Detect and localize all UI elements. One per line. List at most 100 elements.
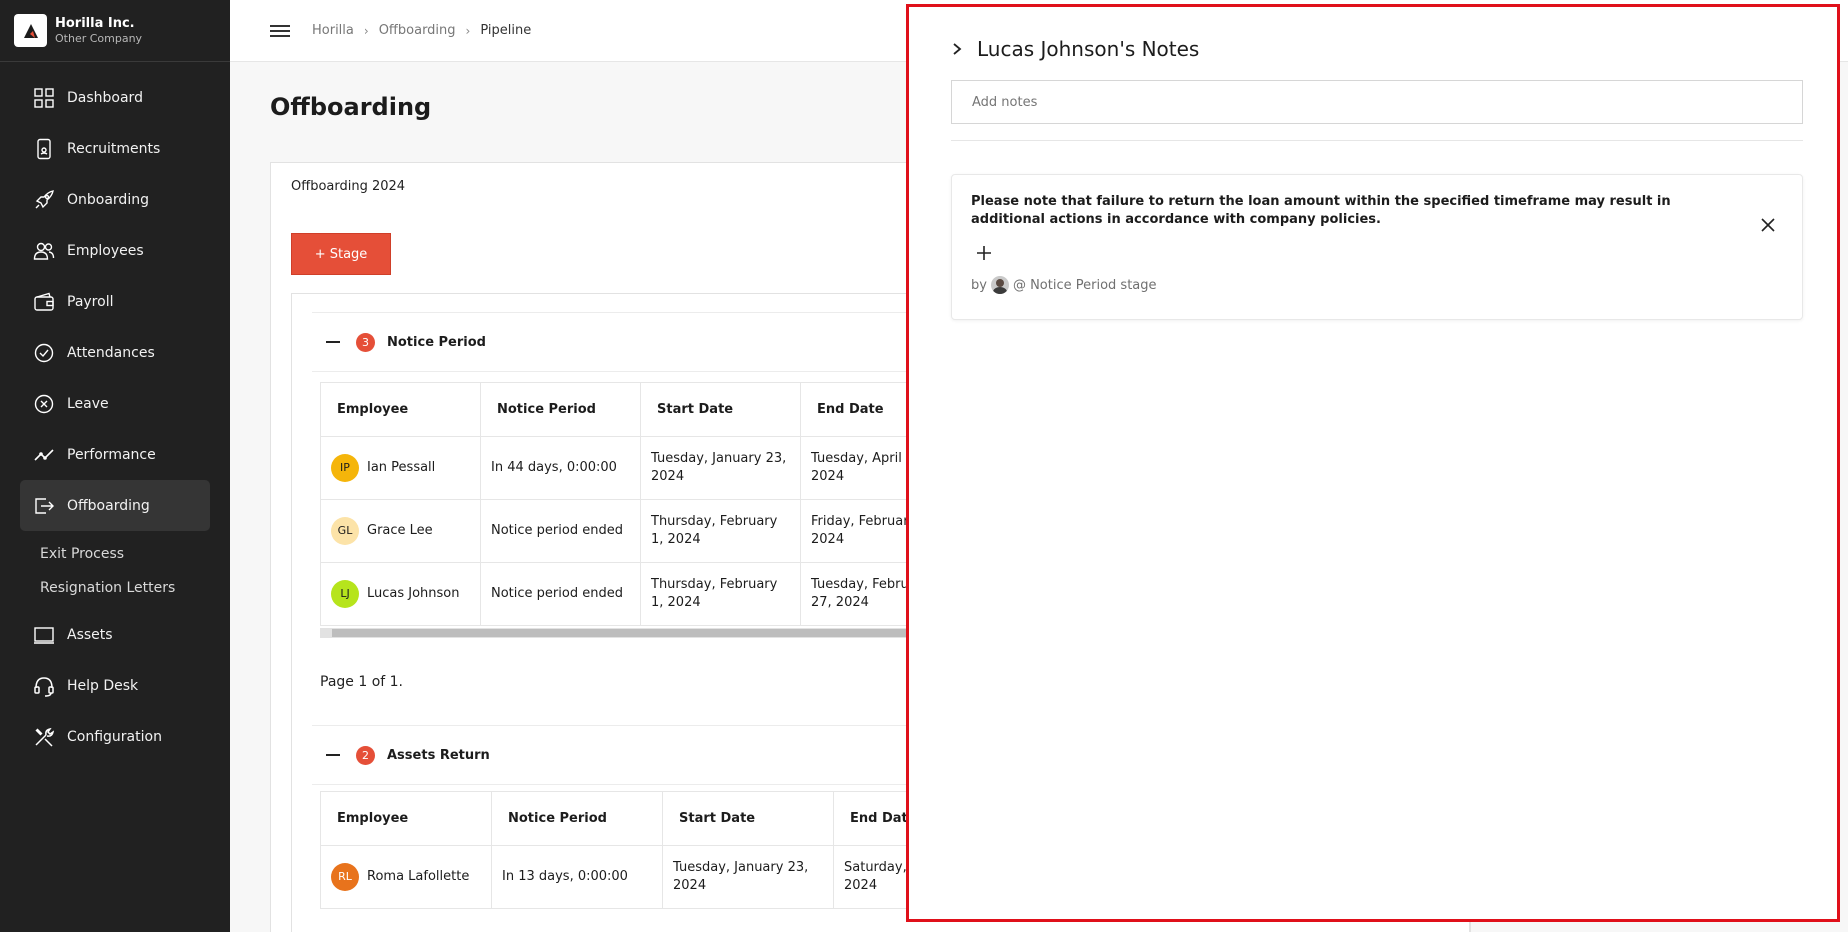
sidebar-item-label: Performance	[67, 446, 156, 463]
sidebar-item-label: Assets	[67, 626, 113, 643]
table-row[interactable]: RL Roma Lafollette In 13 days, 0:00:00 Tu…	[320, 845, 1005, 909]
plus-icon[interactable]	[976, 245, 992, 261]
sidebar-item-help-desk[interactable]: Help Desk	[20, 660, 210, 711]
sidebar-item-dashboard[interactable]: Dashboard	[20, 72, 210, 123]
notice-period: In 13 days, 0:00:00	[491, 845, 663, 909]
start-date: Tuesday, January 23, 2024	[640, 436, 801, 500]
sidebar-item-recruitments[interactable]: Recruitments	[20, 123, 210, 174]
sidebar-item-label: Dashboard	[67, 89, 143, 106]
sidebar-item-label: Recruitments	[67, 140, 161, 157]
menu-toggle-icon[interactable]	[270, 24, 290, 38]
collapse-icon[interactable]	[326, 754, 340, 756]
sidebar-item-label: Payroll	[67, 293, 114, 310]
breadcrumb-item-horilla[interactable]: Horilla	[312, 23, 354, 38]
sidebar-item-employees[interactable]: Employees	[20, 225, 210, 276]
stage-table-notice-period: Employee Notice Period Start Date End Da…	[320, 382, 961, 626]
sidebar-nav: Dashboard Recruitments Onboarding Employ…	[0, 62, 230, 762]
notice-period: Notice period ended	[480, 499, 641, 563]
sidebar-item-label: Configuration	[67, 728, 162, 745]
table-row[interactable]: GL Grace Lee Notice period ended Thursday…	[320, 499, 961, 563]
note-stage: @ Notice Period stage	[1012, 277, 1157, 293]
stage-table-assets-return: Employee Notice Period Start Date End Da…	[320, 791, 1005, 909]
check-circle-icon	[34, 343, 54, 362]
notice-period: In 44 days, 0:00:00	[480, 436, 641, 500]
add-notes-input[interactable]	[951, 80, 1803, 124]
divider	[951, 140, 1803, 141]
laptop-icon	[34, 626, 54, 644]
sidebar-item-attendances[interactable]: Attendances	[20, 327, 210, 378]
column-header: Employee	[320, 382, 481, 437]
brand-company: Other Company	[55, 31, 143, 45]
offboarding-title[interactable]: Offboarding 2024	[291, 179, 405, 194]
employee-name: Roma Lafollette	[367, 869, 470, 884]
notice-period: Notice period ended	[480, 562, 641, 626]
note-text: Please note that failure to return the l…	[971, 194, 1671, 227]
table-row[interactable]: LJ Lucas Johnson Notice period ended Thur…	[320, 562, 961, 626]
stage-count-badge: 3	[356, 332, 375, 352]
company-logo-icon	[14, 14, 47, 47]
notes-panel-header: Lucas Johnson's Notes	[951, 37, 1199, 61]
avatar: IP	[331, 454, 359, 482]
dashboard-icon	[34, 87, 54, 108]
note-by-label: by	[971, 277, 987, 293]
scrollbar-thumb[interactable]	[332, 629, 920, 637]
chevron-right-icon[interactable]	[951, 42, 963, 56]
stage-count-badge: 2	[356, 745, 375, 765]
users-icon	[33, 242, 55, 260]
tools-icon	[35, 727, 55, 747]
breadcrumb-item-offboarding[interactable]: Offboarding	[379, 23, 456, 38]
sidebar-item-assets[interactable]: Assets	[20, 609, 210, 660]
submenu-item-resignation-letters[interactable]: Resignation Letters	[0, 571, 230, 605]
note-meta: by @ Notice Period stage	[971, 276, 1157, 294]
headset-icon	[34, 676, 54, 697]
sidebar-item-payroll[interactable]: Payroll	[20, 276, 210, 327]
phone-icon	[37, 138, 51, 159]
sidebar-item-label: Help Desk	[67, 677, 139, 694]
column-header: Start Date	[662, 791, 834, 846]
sidebar-item-leave[interactable]: Leave	[20, 378, 210, 429]
brand[interactable]: Horilla Inc. Other Company	[0, 0, 230, 62]
sidebar-item-label: Leave	[67, 395, 109, 412]
column-header: Notice Period	[491, 791, 663, 846]
submenu-item-exit-process[interactable]: Exit Process	[0, 537, 230, 571]
sidebar-item-offboarding[interactable]: Offboarding	[20, 480, 210, 531]
column-header: Employee	[320, 791, 492, 846]
page-title: Offboarding	[270, 93, 432, 121]
column-header: Start Date	[640, 382, 801, 437]
notes-panel: Lucas Johnson's Notes Please note that f…	[906, 4, 1840, 922]
breadcrumb-item-pipeline: Pipeline	[480, 23, 532, 38]
collapse-icon[interactable]	[326, 341, 340, 343]
table-row[interactable]: IP Ian Pessall In 44 days, 0:00:00 Tuesda…	[320, 436, 961, 500]
start-date: Tuesday, January 23, 2024	[662, 845, 834, 909]
add-stage-button[interactable]: + Stage	[291, 233, 391, 275]
trend-icon	[34, 448, 54, 461]
table-horizontal-scrollbar[interactable]	[320, 628, 920, 638]
close-icon[interactable]	[1760, 217, 1776, 233]
brand-name: Horilla Inc.	[55, 15, 135, 31]
chevron-right-icon: ›	[363, 23, 369, 38]
avatar: RL	[331, 863, 359, 891]
author-avatar	[990, 276, 1009, 294]
start-date: Thursday, February 1, 2024	[640, 499, 801, 563]
x-circle-icon	[34, 394, 54, 413]
employee-name: Ian Pessall	[367, 460, 436, 475]
column-header: Notice Period	[480, 382, 641, 437]
pagination-text: Page 1 of 1.	[320, 674, 404, 690]
logout-icon	[35, 497, 54, 514]
employee-name: Grace Lee	[367, 523, 433, 538]
offboarding-submenu: Exit Process Resignation Letters	[0, 531, 230, 609]
sidebar-item-label: Attendances	[67, 344, 155, 361]
sidebar-item-label: Offboarding	[67, 497, 150, 514]
sidebar: Horilla Inc. Other Company Dashboard Rec…	[0, 0, 230, 932]
avatar: GL	[331, 517, 359, 545]
sidebar-item-performance[interactable]: Performance	[20, 429, 210, 480]
avatar: LJ	[331, 580, 359, 608]
stage-name: Notice Period	[387, 334, 486, 350]
sidebar-item-configuration[interactable]: Configuration	[20, 711, 210, 762]
sidebar-item-onboarding[interactable]: Onboarding	[20, 174, 210, 225]
sidebar-item-label: Employees	[67, 242, 144, 259]
chevron-right-icon: ›	[465, 23, 471, 38]
notes-panel-title: Lucas Johnson's Notes	[977, 37, 1200, 61]
stage-name: Assets Return	[387, 747, 490, 763]
start-date: Thursday, February 1, 2024	[640, 562, 801, 626]
